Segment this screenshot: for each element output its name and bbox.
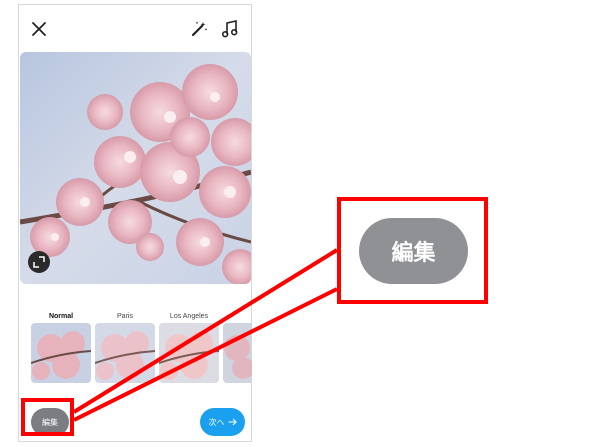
- cherry-blossom-image: [20, 52, 251, 284]
- expand-button[interactable]: [28, 251, 50, 273]
- filter-label-los-angeles[interactable]: Los Angeles: [159, 313, 219, 320]
- arrow-right-icon: [228, 418, 237, 426]
- filter-thumbnail-normal[interactable]: [31, 323, 91, 383]
- photo-preview: [20, 52, 251, 284]
- next-button-label: 次へ: [208, 417, 225, 427]
- filter-thumbnail-paris[interactable]: [95, 323, 155, 383]
- close-icon[interactable]: [31, 21, 47, 37]
- filter-thumbnail-los-angeles[interactable]: [159, 323, 219, 383]
- filter-thumbnail-next[interactable]: [223, 323, 252, 383]
- callout-box: 編集: [337, 197, 488, 304]
- music-note-icon[interactable]: [222, 20, 238, 38]
- next-button[interactable]: 次へ: [200, 408, 245, 436]
- expand-icon: [33, 256, 45, 268]
- callout-edit-button: 編集: [359, 218, 468, 284]
- magic-wand-icon[interactable]: [190, 20, 208, 38]
- filter-label-normal[interactable]: Normal: [31, 313, 91, 320]
- photo-editor-screen: Normal Paris Los Angeles 編集 次へ: [18, 4, 252, 442]
- filter-label-paris[interactable]: Paris: [95, 313, 155, 320]
- edit-button-highlight: [21, 398, 74, 436]
